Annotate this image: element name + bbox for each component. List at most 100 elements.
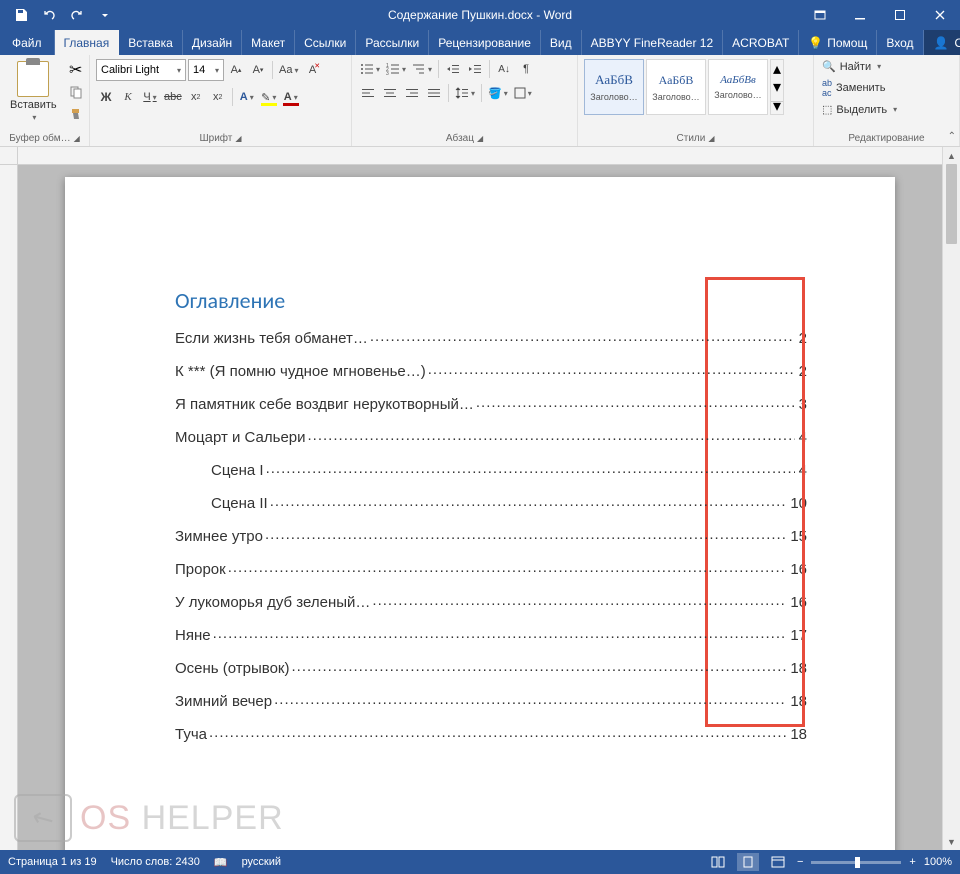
tab-mailings[interactable]: Рассылки — [356, 30, 429, 55]
toc-entry[interactable]: У лукоморья дуб зеленый…16 — [175, 592, 807, 611]
tab-home[interactable]: Главная — [55, 30, 120, 55]
shrink-font-button[interactable]: A▾ — [248, 60, 268, 80]
zoom-level[interactable]: 100% — [924, 856, 952, 868]
bold-button[interactable]: Ж — [96, 87, 116, 107]
close-button[interactable] — [920, 0, 960, 30]
collapse-ribbon-button[interactable]: ⌃ — [948, 131, 956, 142]
qat-customize-button[interactable] — [92, 3, 118, 27]
superscript-button[interactable]: x2 — [208, 87, 228, 107]
underline-button[interactable]: Ч▾ — [140, 87, 160, 107]
align-center-button[interactable] — [380, 83, 400, 103]
decrease-indent-button[interactable] — [443, 59, 463, 79]
borders-button[interactable]: ▾ — [512, 83, 534, 103]
style-heading1[interactable]: АаБбВЗаголово… — [584, 59, 644, 115]
toc-entry[interactable]: Пророк16 — [175, 559, 807, 578]
select-button[interactable]: ⬚Выделить▾ — [820, 102, 899, 117]
redo-button[interactable] — [64, 3, 90, 27]
undo-button[interactable] — [36, 3, 62, 27]
toc-entry[interactable]: Если жизнь тебя обманет…2 — [175, 328, 807, 347]
share-button[interactable]: 👤Общий доступ — [924, 30, 960, 55]
toc-entry[interactable]: К *** (Я помню чудное мгновенье…)2 — [175, 361, 807, 380]
clear-formatting-button[interactable]: A✕ — [302, 60, 322, 80]
dialog-launcher-icon[interactable]: ◢ — [74, 134, 80, 143]
styles-gallery[interactable]: АаБбВЗаголово… АаБбВЗаголово… АаБбВвЗаго… — [584, 59, 784, 115]
zoom-out-button[interactable]: − — [797, 856, 803, 868]
dialog-launcher-icon[interactable]: ◢ — [235, 134, 241, 143]
align-left-button[interactable] — [358, 83, 378, 103]
find-button[interactable]: 🔍Найти▾ — [820, 59, 899, 74]
scroll-down-button[interactable]: ▼ — [943, 833, 960, 850]
sign-in-button[interactable]: Вход — [877, 30, 923, 55]
toc-entry[interactable]: Туча18 — [175, 724, 807, 743]
maximize-button[interactable] — [880, 0, 920, 30]
line-spacing-button[interactable]: ▾ — [453, 83, 477, 103]
font-size-combo[interactable]: 14▾ — [188, 59, 224, 81]
tab-design[interactable]: Дизайн — [183, 30, 242, 55]
read-mode-button[interactable] — [707, 853, 729, 871]
tab-view[interactable]: Вид — [541, 30, 582, 55]
dialog-launcher-icon[interactable]: ◢ — [477, 134, 483, 143]
align-right-button[interactable] — [402, 83, 422, 103]
increase-indent-button[interactable] — [465, 59, 485, 79]
font-name-combo[interactable]: Calibri Light▾ — [96, 59, 186, 81]
tab-references[interactable]: Ссылки — [295, 30, 356, 55]
tab-file[interactable]: Файл — [0, 30, 55, 55]
tab-insert[interactable]: Вставка — [119, 30, 183, 55]
styles-more-button[interactable]: ▴▾▾ — [770, 59, 784, 115]
spell-check-button[interactable]: 📖 — [214, 856, 228, 869]
paste-button[interactable]: Вставить ▾ — [6, 59, 61, 124]
toc-entry[interactable]: Моцарт и Сальери4 — [175, 427, 807, 446]
vertical-ruler[interactable] — [0, 165, 18, 850]
subscript-button[interactable]: x2 — [186, 87, 206, 107]
zoom-in-button[interactable]: + — [909, 856, 915, 868]
copy-button[interactable] — [65, 83, 87, 101]
page-count[interactable]: Страница 1 из 19 — [8, 856, 97, 868]
italic-button[interactable]: К — [118, 87, 138, 107]
style-heading3[interactable]: АаБбВвЗаголово… — [708, 59, 768, 115]
save-button[interactable] — [8, 3, 34, 27]
tell-me-button[interactable]: 💡Помощ — [799, 30, 877, 55]
zoom-slider[interactable] — [811, 861, 901, 864]
change-case-button[interactable]: Aa▾ — [277, 60, 300, 80]
vertical-scrollbar[interactable]: ▲ ▼ — [942, 147, 960, 850]
font-color-button[interactable]: A▾ — [281, 87, 301, 107]
tab-layout[interactable]: Макет — [242, 30, 295, 55]
replace-button[interactable]: abacЗаменить — [820, 77, 899, 99]
toc-entry[interactable]: Осень (отрывок)18 — [175, 658, 807, 677]
highlight-button[interactable]: ✎▾ — [259, 87, 279, 107]
dialog-launcher-icon[interactable]: ◢ — [708, 134, 714, 143]
show-marks-button[interactable]: ¶ — [516, 59, 536, 79]
toc-entry[interactable]: Я памятник себе воздвиг нерукотворный…3 — [175, 394, 807, 413]
toc-entry[interactable]: Сцена II10 — [175, 493, 807, 512]
toc-entry[interactable]: Зимнее утро15 — [175, 526, 807, 545]
justify-button[interactable] — [424, 83, 444, 103]
tab-abbyy[interactable]: ABBYY FineReader 12 — [582, 30, 724, 55]
toc-entry-text: Сцена II — [211, 495, 268, 512]
word-count[interactable]: Число слов: 2430 — [111, 856, 200, 868]
horizontal-ruler[interactable] — [18, 147, 942, 165]
cut-button[interactable]: ✂ — [65, 61, 87, 79]
print-layout-button[interactable] — [737, 853, 759, 871]
web-layout-button[interactable] — [767, 853, 789, 871]
scroll-up-button[interactable]: ▲ — [943, 147, 960, 164]
shading-button[interactable]: 🪣▾ — [486, 83, 510, 103]
strikethrough-button[interactable]: abc — [162, 87, 184, 107]
language-button[interactable]: русский — [242, 856, 281, 868]
tab-review[interactable]: Рецензирование — [429, 30, 541, 55]
document-page[interactable]: Оглавление Если жизнь тебя обманет…2К **… — [65, 177, 895, 850]
tab-acrobat[interactable]: ACROBAT — [723, 30, 799, 55]
text-effects-button[interactable]: A▾ — [237, 87, 257, 107]
grow-font-button[interactable]: A▴ — [226, 60, 246, 80]
toc-entry[interactable]: Сцена I4 — [175, 460, 807, 479]
sort-button[interactable]: A↓ — [494, 59, 514, 79]
bullets-button[interactable]: ▾ — [358, 59, 382, 79]
style-heading2[interactable]: АаБбВЗаголово… — [646, 59, 706, 115]
numbering-button[interactable]: 123▾ — [384, 59, 408, 79]
toc-entry[interactable]: Зимний вечер18 — [175, 691, 807, 710]
scroll-thumb[interactable] — [946, 164, 957, 244]
minimize-button[interactable] — [840, 0, 880, 30]
format-painter-button[interactable] — [65, 105, 87, 123]
multilevel-list-button[interactable]: ▾ — [410, 59, 434, 79]
toc-entry[interactable]: Няне17 — [175, 625, 807, 644]
ribbon-display-button[interactable] — [800, 0, 840, 30]
